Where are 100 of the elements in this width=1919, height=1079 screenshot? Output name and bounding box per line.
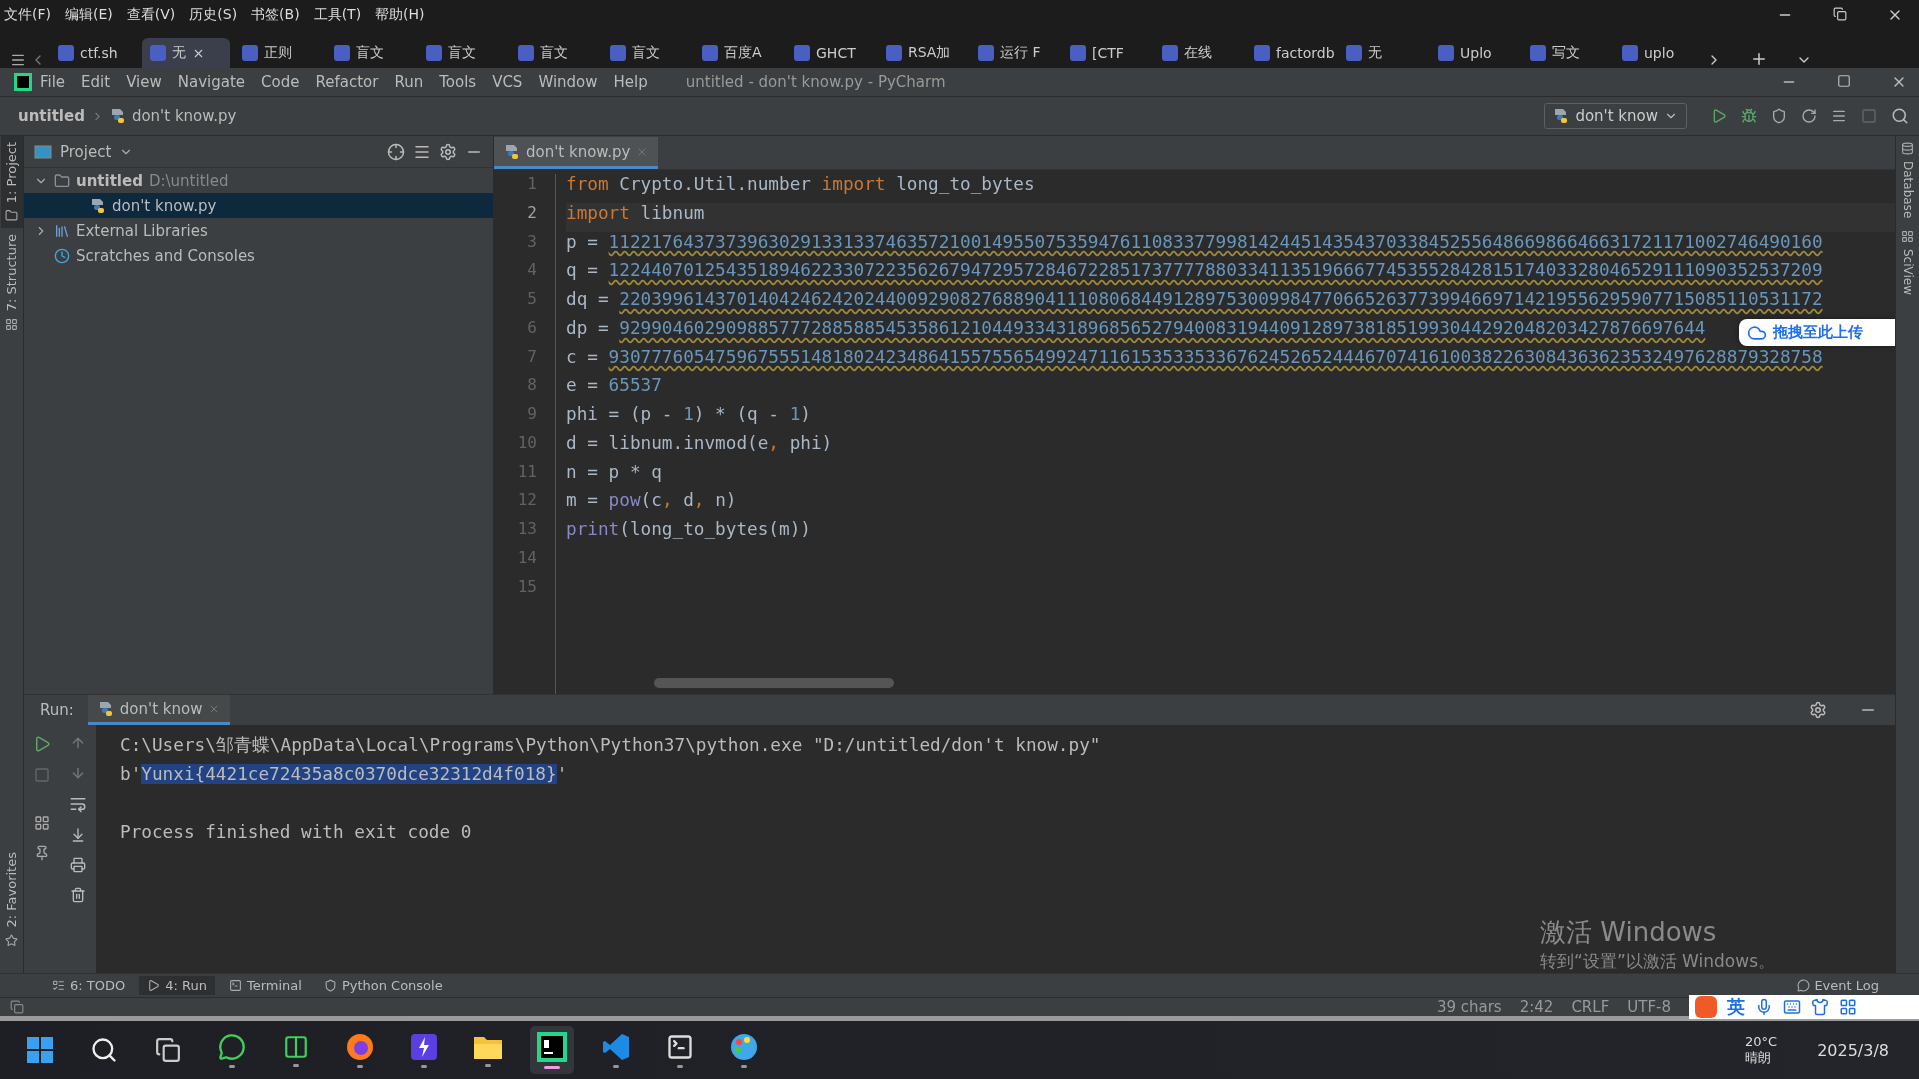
taskbar-app[interactable] <box>530 1026 574 1074</box>
site-icon <box>1346 45 1362 61</box>
maximize-icon[interactable] <box>1837 74 1851 88</box>
tool-window-button[interactable]: 1: Project <box>0 136 23 229</box>
status-item[interactable]: 39 chars <box>1436 998 1502 1016</box>
folder-path: D:\untitled <box>148 171 229 190</box>
tool-window-button[interactable]: Database <box>1896 136 1919 225</box>
menu-item[interactable]: 编辑(E) <box>65 6 113 24</box>
menu-item[interactable]: 书签(B) <box>251 6 300 24</box>
menu-item[interactable]: 工具(T) <box>313 6 362 24</box>
panel-title[interactable]: Project <box>60 142 112 161</box>
breadcrumb-item[interactable]: untitled <box>18 107 85 125</box>
editor-tab[interactable]: don't know.py <box>494 137 659 169</box>
menu-item[interactable]: Tools <box>431 73 485 91</box>
scroll-to-end-icon[interactable] <box>70 827 86 843</box>
grid-icon[interactable] <box>1839 998 1857 1016</box>
browser-tab[interactable]: 盲文 <box>326 38 414 68</box>
coverage-icon[interactable] <box>1771 108 1787 124</box>
status-item[interactable]: CRLF <box>1571 998 1610 1016</box>
browser-tab[interactable]: 百度A <box>694 38 782 68</box>
menu-item[interactable]: File <box>32 73 74 91</box>
browser-tab[interactable]: 在线 <box>1154 38 1242 68</box>
menu-item[interactable]: Run <box>386 73 432 91</box>
soft-wrap-icon[interactable] <box>69 795 87 813</box>
menu-item[interactable]: View <box>118 73 170 91</box>
code-line: print(long_to_bytes(m)) <box>566 519 811 539</box>
browser-tab[interactable]: 盲文 <box>510 38 598 68</box>
locate-icon[interactable] <box>387 142 405 161</box>
browser-tab[interactable]: Uplo <box>1430 38 1518 68</box>
menu-item[interactable]: Navigate <box>169 73 254 91</box>
restore-icon[interactable] <box>1833 7 1847 21</box>
tree-item[interactable]: don't know.py <box>24 193 493 218</box>
browser-tab[interactable]: 盲文 <box>418 38 506 68</box>
menu-item[interactable]: Edit <box>73 73 119 91</box>
breadcrumb-item[interactable]: don't know.py <box>131 107 237 125</box>
new-tab-icon[interactable] <box>1750 50 1768 68</box>
print-icon[interactable] <box>70 857 86 873</box>
rerun-icon[interactable] <box>33 735 51 753</box>
keyboard-icon[interactable] <box>1783 998 1801 1016</box>
menu-icon[interactable] <box>10 52 26 68</box>
tree-item[interactable]: Scratches and Consoles <box>24 243 493 268</box>
run-icon[interactable] <box>1711 108 1727 124</box>
window-icon <box>34 144 52 159</box>
browser-tab[interactable]: [CTF <box>1062 38 1150 68</box>
menu-item[interactable]: 历史(S) <box>189 6 238 24</box>
browser-tab[interactable]: 运行 F <box>970 38 1058 68</box>
event-log-button[interactable]: Event Log <box>1797 978 1879 993</box>
terminal-icon <box>666 1032 694 1061</box>
tool-window-button[interactable]: 2: Favorites <box>0 846 23 953</box>
menu-item[interactable]: Window <box>530 73 606 91</box>
fox-globe-icon <box>346 1032 374 1061</box>
browser-tab[interactable]: 盲文 <box>602 38 690 68</box>
status-item[interactable]: 2:42 <box>1519 998 1554 1016</box>
code-line: dq = 22039961437014042462420244009290827688904111080684491289753009984770665263773994669714219556295907715085110531172 <box>566 289 1823 309</box>
upload-widget[interactable]: 拖拽至此上传 <box>1739 319 1895 346</box>
run-tab[interactable]: don't know <box>87 695 231 725</box>
menu-item[interactable]: 帮助(H) <box>375 6 425 24</box>
line-number: 4 <box>527 260 537 282</box>
layout-icon[interactable] <box>34 815 50 831</box>
browser-tab[interactable]: 无 <box>142 38 230 68</box>
tool-tab[interactable]: Python Console <box>315 976 451 995</box>
menu-item[interactable]: Help <box>605 73 656 91</box>
profile-icon[interactable] <box>1801 108 1817 124</box>
tree-item[interactable]: External Libraries <box>24 218 493 243</box>
browser-tab[interactable]: 写文 <box>1522 38 1610 68</box>
menu-item[interactable]: Refactor <box>307 73 387 91</box>
search-icon[interactable] <box>1891 107 1909 125</box>
browser-tab[interactable]: 正则 <box>234 38 322 68</box>
browser-tab[interactable]: factordb <box>1246 38 1334 68</box>
browser-tab[interactable]: ctf.sh <box>50 38 138 68</box>
tool-window-button[interactable]: 7: Structure <box>0 228 23 337</box>
menu-item[interactable]: 文件(F) <box>4 6 51 24</box>
menu-item[interactable]: VCS <box>484 73 531 91</box>
ime-toolbar[interactable]: 英 <box>1689 995 1919 1019</box>
shirt-icon[interactable] <box>1811 998 1829 1016</box>
ribbon-icon <box>602 1032 630 1061</box>
tool-tab[interactable]: Terminal <box>220 976 310 995</box>
tool-tab[interactable]: 6: TODO <box>44 976 134 995</box>
scrollbar[interactable] <box>654 678 894 688</box>
settings-icon[interactable] <box>439 142 457 161</box>
tool-tab[interactable]: 4: Run <box>139 976 215 995</box>
run-config-dropdown[interactable]: don't know <box>1544 103 1687 129</box>
tool-window-button[interactable]: SciView <box>1896 224 1919 302</box>
browser-tab[interactable]: uplo <box>1614 38 1702 68</box>
status-item[interactable]: UTF-8 <box>1627 998 1671 1016</box>
trash-icon[interactable] <box>70 887 86 903</box>
list-icon <box>52 979 65 992</box>
python-file-icon <box>90 197 106 214</box>
browser-tab[interactable]: RSA加 <box>878 38 966 68</box>
mic-icon[interactable] <box>1755 998 1773 1016</box>
pin-icon[interactable] <box>34 845 50 861</box>
debug-icon[interactable] <box>1741 108 1757 124</box>
settings-icon[interactable] <box>1809 701 1827 719</box>
tree-item[interactable]: untitled D:\untitled <box>24 168 493 193</box>
console-line: Process finished with exit code 0 <box>120 821 473 844</box>
menu-item[interactable]: Code <box>253 73 308 91</box>
star-icon <box>5 934 18 947</box>
menu-item[interactable]: 查看(V) <box>126 6 176 24</box>
browser-tab[interactable]: GHCT <box>786 38 874 68</box>
browser-tab[interactable]: 无 <box>1338 38 1426 68</box>
